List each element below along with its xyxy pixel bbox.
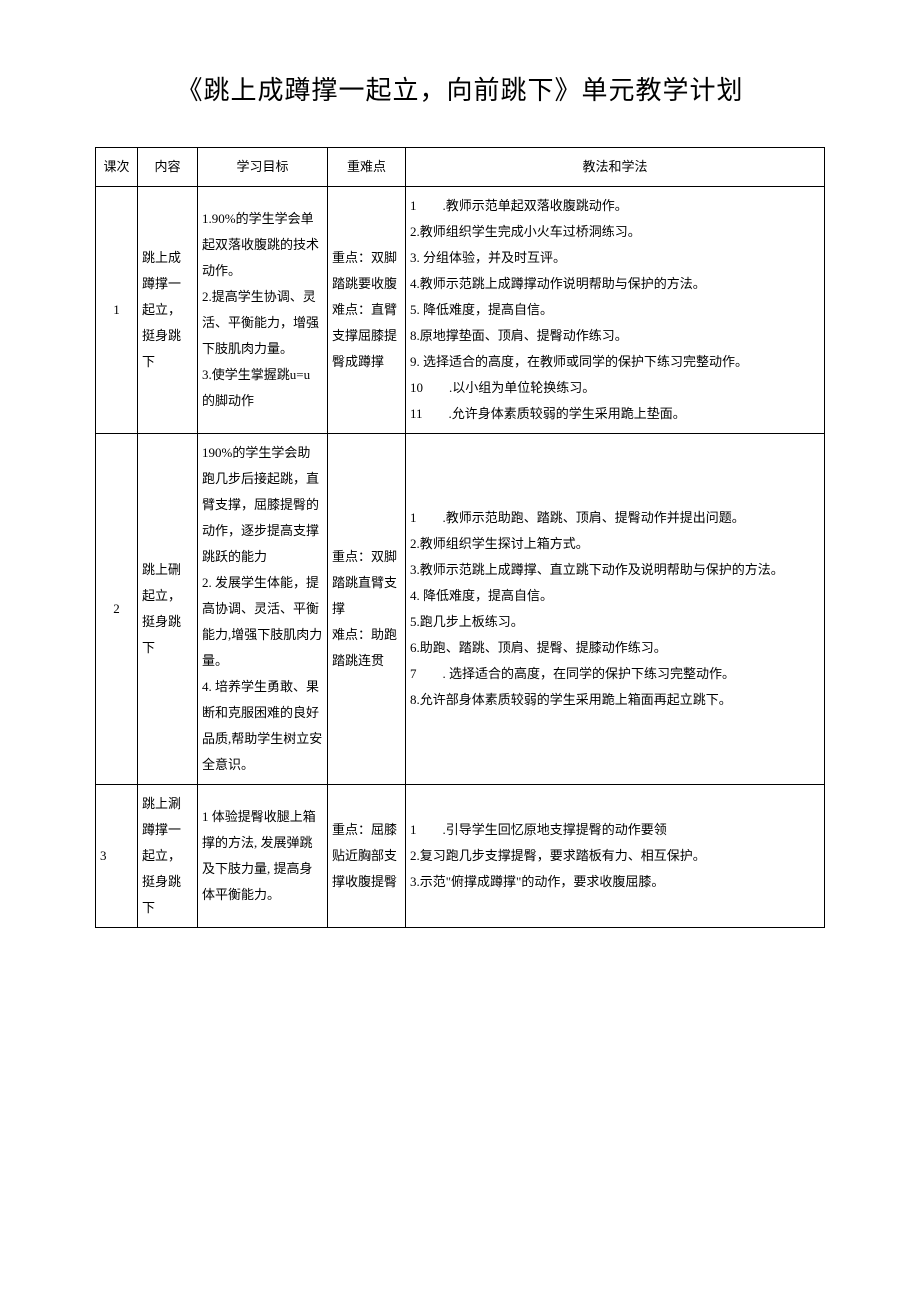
cell-lesson-no: 2 xyxy=(96,434,138,785)
cell-keypoint: 重点：屈膝贴近胸部支撑收腹提臀 xyxy=(328,785,406,928)
cell-method: 1 .教师示范助跑、踏跳、顶肩、提臀动作并提出问题。2.教师组织学生探讨上箱方式… xyxy=(406,434,825,785)
header-keypoint: 重难点 xyxy=(328,148,406,187)
cell-method: 1 .引导学生回忆原地支撑提臀的动作要领2.复习跑几步支撑提臀，要求踏板有力、相… xyxy=(406,785,825,928)
cell-goal: 190%的学生学会助跑几步后接起跳，直臂支撑，屈膝提臀的动作，逐步提高支撑跳跃的… xyxy=(198,434,328,785)
cell-keypoint: 重点：双脚踏跳直臂支撑难点：助跑踏跳连贯 xyxy=(328,434,406,785)
cell-content: 跳上成蹲撑一起立，挺身跳下 xyxy=(138,187,198,434)
cell-content: 跳上涮蹲撑一起立，挺身跳下 xyxy=(138,785,198,928)
page-title: 《跳上成蹲撑一起立，向前跳下》单元教学计划 xyxy=(95,70,825,107)
header-method: 教法和学法 xyxy=(406,148,825,187)
lesson-plan-table: 课次 内容 学习目标 重难点 教法和学法 1 跳上成蹲撑一起立，挺身跳下 1.9… xyxy=(95,147,825,928)
cell-goal: 1.90%的学生学会单起双落收腹跳的技术动作。2.提高学生协调、灵活、平衡能力，… xyxy=(198,187,328,434)
cell-content: 跳上硎起立，挺身跳下 xyxy=(138,434,198,785)
table-row: 2 跳上硎起立，挺身跳下 190%的学生学会助跑几步后接起跳，直臂支撑，屈膝提臀… xyxy=(96,434,825,785)
cell-goal: 1 体验提臀收腿上箱撑的方法, 发展弹跳及下肢力量, 提高身体平衡能力。 xyxy=(198,785,328,928)
cell-lesson-no: 1 xyxy=(96,187,138,434)
header-content: 内容 xyxy=(138,148,198,187)
table-row: 1 跳上成蹲撑一起立，挺身跳下 1.90%的学生学会单起双落收腹跳的技术动作。2… xyxy=(96,187,825,434)
cell-lesson-no: 3 xyxy=(96,785,138,928)
cell-method: 1 .教师示范单起双落收腹跳动作。2.教师组织学生完成小火车过桥洞练习。3. 分… xyxy=(406,187,825,434)
table-header-row: 课次 内容 学习目标 重难点 教法和学法 xyxy=(96,148,825,187)
cell-keypoint: 重点：双脚踏跳要收腹难点：直臂支撑屈膝提臀成蹲撑 xyxy=(328,187,406,434)
header-goal: 学习目标 xyxy=(198,148,328,187)
header-lesson-no: 课次 xyxy=(96,148,138,187)
table-row: 3 跳上涮蹲撑一起立，挺身跳下 1 体验提臀收腿上箱撑的方法, 发展弹跳及下肢力… xyxy=(96,785,825,928)
